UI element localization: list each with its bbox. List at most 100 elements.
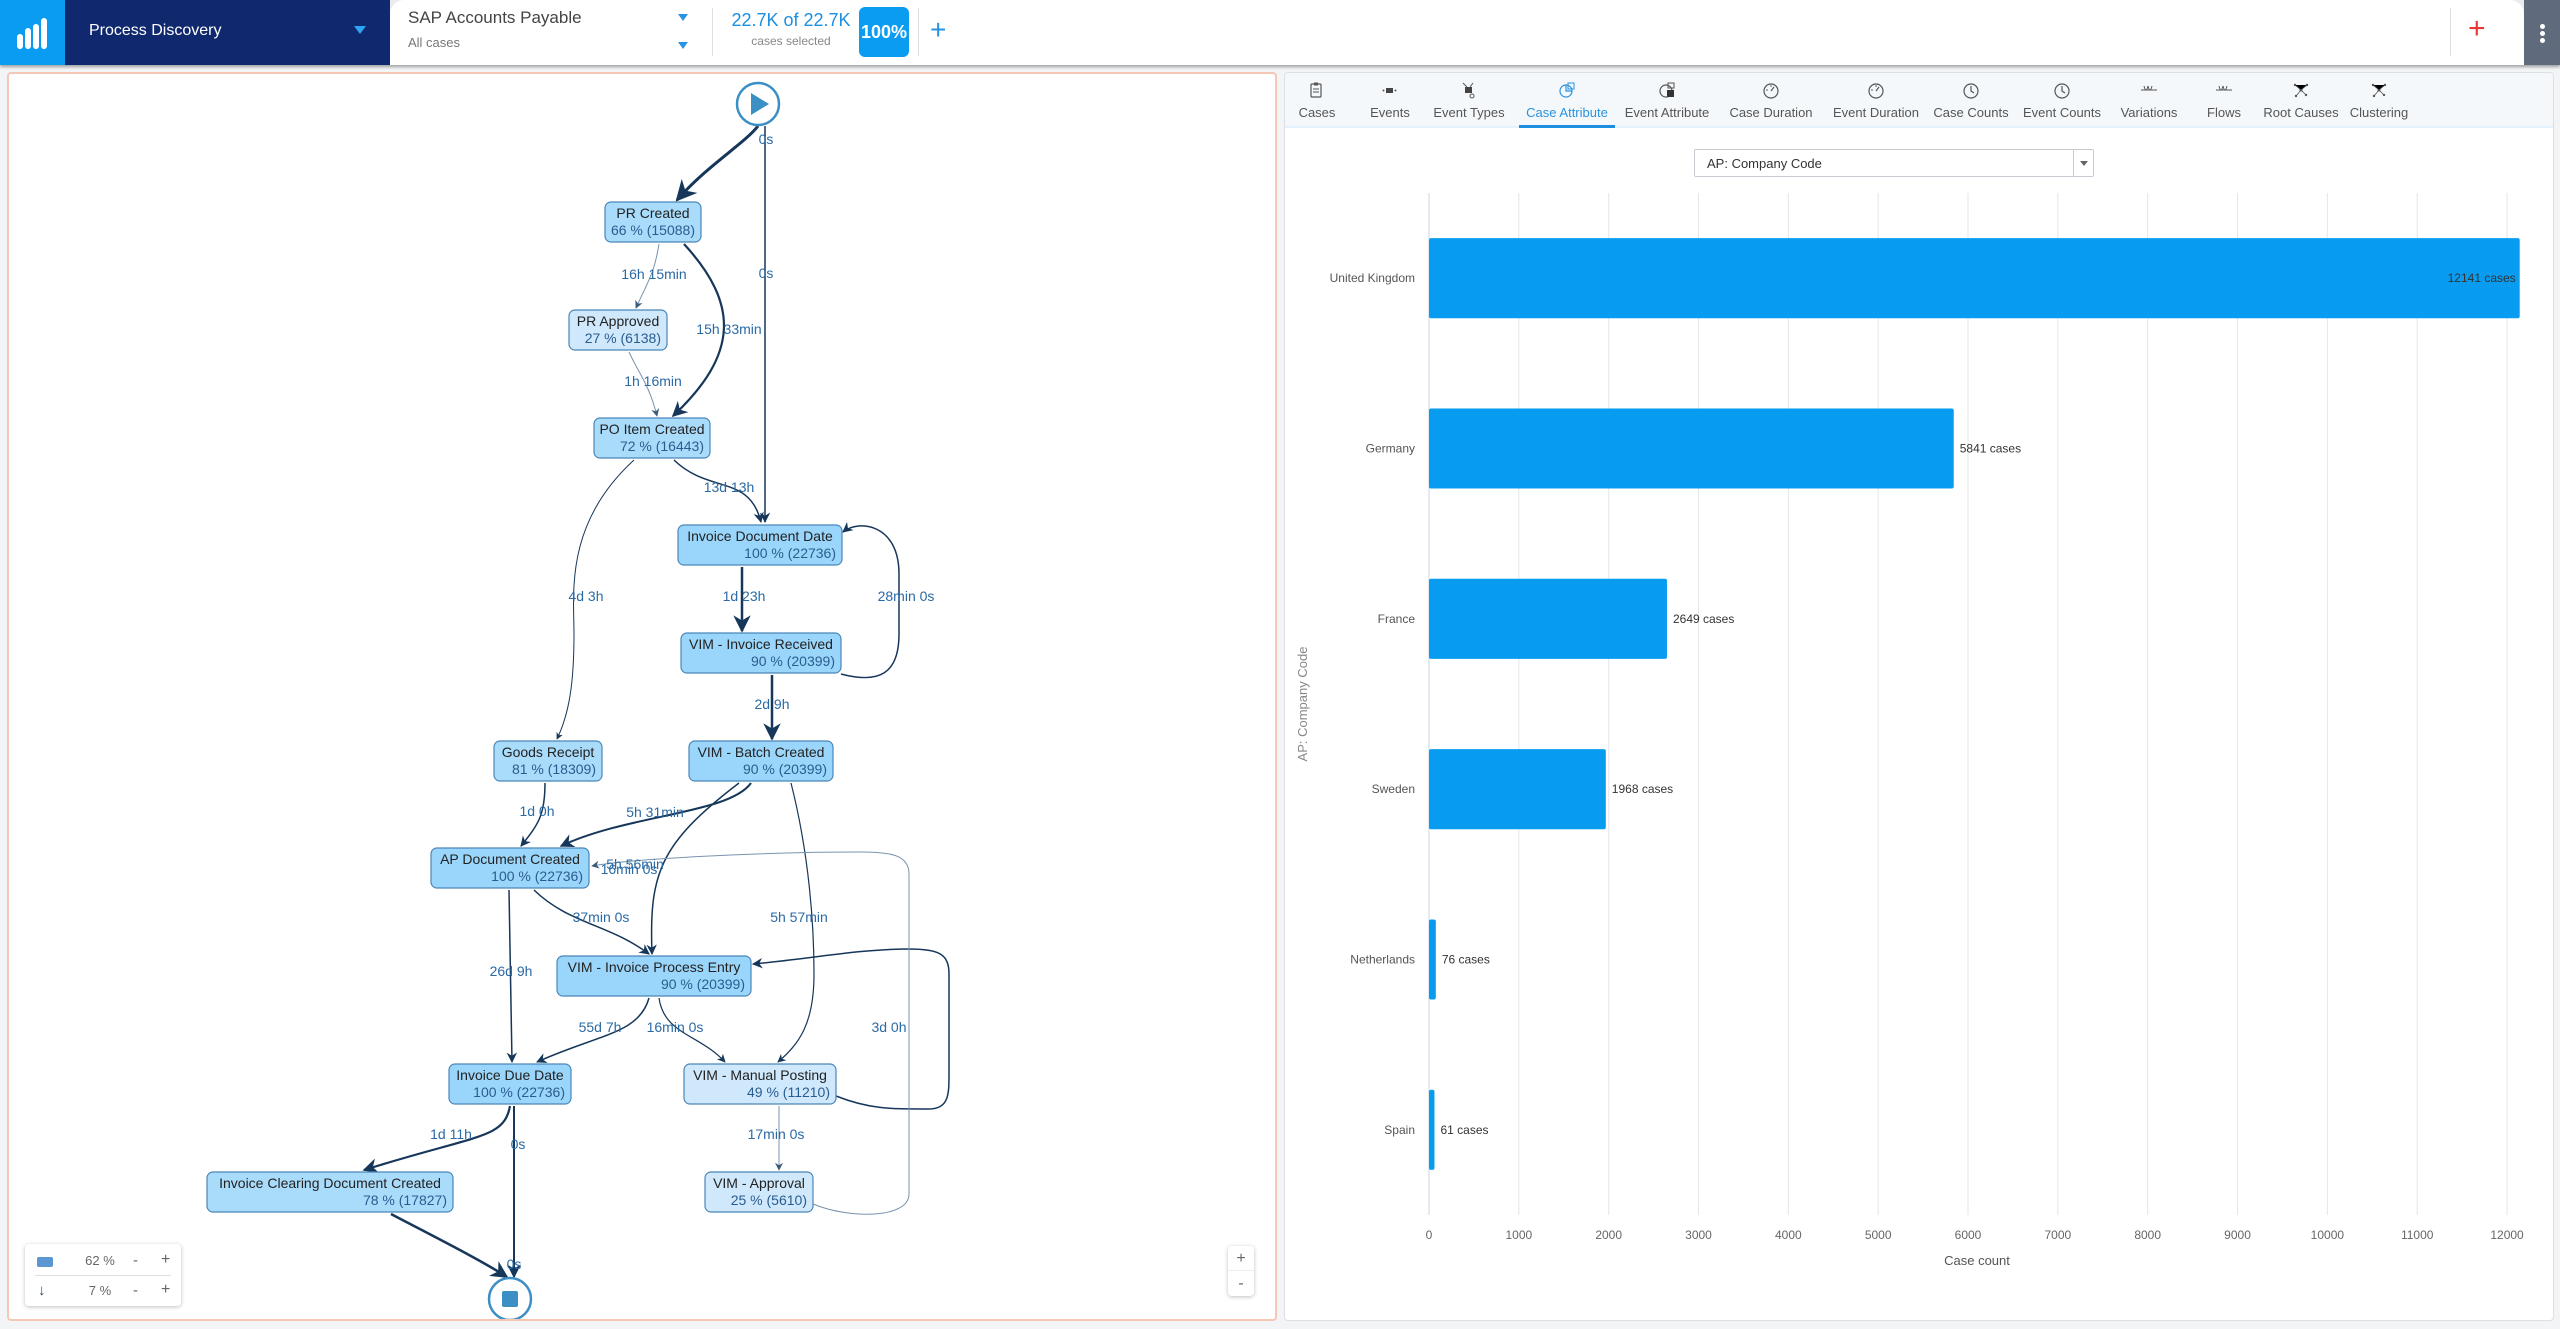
bar[interactable] — [1429, 749, 1606, 830]
edge-duration-label: 0s — [759, 131, 774, 147]
edge-duration-label: 3d 0h — [871, 1019, 906, 1035]
tab-label: Clustering — [2349, 105, 2409, 120]
node-label: VIM - Invoice Process Entry — [568, 959, 741, 975]
node-stat: 100 % (22736) — [473, 1084, 565, 1100]
edge-duration-label: 26d 9h — [490, 963, 533, 979]
tab-event-types[interactable]: Event Types — [1425, 73, 1513, 128]
tab-case-counts[interactable]: Case Counts — [1929, 73, 2013, 128]
start-node[interactable] — [735, 81, 781, 127]
analysis-tabs: Cases Events Event Types Case Attribute Even… — [1285, 73, 2553, 128]
bar[interactable] — [1429, 1089, 1435, 1170]
process-node-vim-batch-created[interactable]: VIM - Batch Created90 % (20399) — [688, 740, 834, 782]
process-node-vim-invoice-process-entry[interactable]: VIM - Invoice Process Entry90 % (20399) — [556, 955, 752, 997]
process-node-ap-document-created[interactable]: AP Document Created100 % (22736) — [430, 847, 590, 889]
zoom-in-button[interactable]: + — [1228, 1246, 1254, 1271]
process-node-vim-approval[interactable]: VIM - Approval25 % (5610) — [704, 1171, 814, 1213]
edge-duration-label: 28min 0s — [878, 588, 935, 604]
tab-label: Event Attribute — [1624, 105, 1710, 120]
node-label: PR Approved — [577, 313, 660, 329]
node-stat: 100 % (22736) — [491, 868, 583, 884]
process-node-pr-approved[interactable]: PR Approved27 % (6138) — [568, 309, 668, 351]
event-dot-icon — [1359, 73, 1421, 101]
add-analysis-button[interactable]: + — [2468, 14, 2486, 44]
tab-root-causes[interactable]: Root Causes — [2260, 73, 2342, 128]
edge-duration-label: 1d 11h — [430, 1126, 472, 1142]
node-stat: 72 % (16443) — [620, 438, 704, 454]
node-label: VIM - Batch Created — [698, 744, 825, 760]
divider — [712, 8, 713, 56]
tab-label: Event Types — [1433, 105, 1505, 120]
node-label: VIM - Invoice Received — [689, 636, 833, 652]
tab-events[interactable]: Events — [1359, 73, 1421, 128]
add-filter-button[interactable]: + — [930, 16, 946, 44]
tab-event-attribute[interactable]: Event Attribute — [1615, 73, 1719, 128]
edge-threshold-decrease[interactable]: - — [133, 1282, 138, 1299]
tab-flows[interactable]: Flows — [2192, 73, 2256, 128]
process-node-pr-created[interactable]: PR Created66 % (15088) — [604, 201, 702, 243]
kebab-dot — [2540, 31, 2545, 36]
node-threshold-row: 62 % - + — [25, 1246, 181, 1276]
zoom-out-button[interactable]: - — [1228, 1271, 1254, 1296]
value-label: 1968 cases — [1612, 782, 1673, 796]
dataset-dropdown-icon[interactable] — [678, 14, 688, 21]
value-label: 5841 cases — [1960, 442, 2021, 456]
process-edge[interactable] — [591, 851, 910, 1215]
bar[interactable] — [1429, 238, 2520, 319]
node-stat: 90 % (20399) — [743, 761, 827, 777]
zoom-controls: + - — [1228, 1246, 1254, 1296]
tab-case-attribute[interactable]: Case Attribute — [1519, 73, 1615, 128]
node-stat: 49 % (11210) — [747, 1084, 830, 1100]
process-node-invoice-clearing-document-created[interactable]: Invoice Clearing Document Created78 % (1… — [206, 1171, 454, 1213]
process-node-goods-receipt[interactable]: Goods Receipt81 % (18309) — [493, 740, 603, 782]
app-logo[interactable] — [0, 0, 65, 65]
tab-label: Case Duration — [1729, 105, 1813, 120]
tab-event-counts[interactable]: Event Counts — [2017, 73, 2107, 128]
process-node-vim-invoice-received[interactable]: VIM - Invoice Received90 % (20399) — [680, 632, 842, 674]
process-edge[interactable] — [390, 1212, 509, 1279]
end-node[interactable] — [487, 1276, 533, 1322]
tab-cases[interactable]: Cases — [1287, 73, 1347, 128]
tab-label: Events — [1370, 105, 1410, 120]
more-menu-button[interactable] — [2524, 0, 2560, 65]
dataset-name[interactable]: SAP Accounts Payable — [408, 8, 698, 28]
edge-duration-label: 1d 0h — [519, 803, 554, 819]
tab-case-duration[interactable]: Case Duration — [1721, 73, 1821, 128]
edge-duration-label: 16min 0s — [647, 1019, 704, 1035]
x-tick-label: 0 — [1426, 1228, 1433, 1242]
filter-name[interactable]: All cases — [408, 35, 698, 50]
value-label: 12141 cases — [2448, 271, 2516, 285]
node-label: Invoice Document Date — [687, 528, 833, 544]
clipboard-icon — [1287, 73, 1347, 101]
edge-duration-label: 55d 7h — [579, 1019, 622, 1035]
bar[interactable] — [1429, 919, 1436, 1000]
category-label: United Kingdom — [1330, 271, 1415, 285]
bar[interactable] — [1429, 408, 1954, 489]
tab-event-duration[interactable]: Event Duration — [1825, 73, 1927, 128]
filter-dropdown-icon[interactable] — [678, 42, 688, 49]
case-selection-summary: 22.7K of 22.7K cases selected — [726, 10, 856, 48]
process-node-vim-manual-posting[interactable]: VIM - Manual Posting49 % (11210) — [683, 1063, 837, 1105]
app-selector[interactable]: Process Discovery — [65, 0, 390, 65]
process-node-po-item-created[interactable]: PO Item Created72 % (16443) — [593, 417, 711, 459]
process-node-invoice-document-date[interactable]: Invoice Document Date100 % (22736) — [677, 524, 843, 566]
node-stat: 78 % (17827) — [363, 1192, 447, 1208]
process-map[interactable]: 0s 0s 16h 15min 15h 33min 1h 16min 13d 13h 4d … — [9, 74, 1275, 1322]
node-threshold-decrease[interactable]: - — [133, 1252, 138, 1269]
x-tick-label: 11000 — [2401, 1228, 2434, 1242]
tab-clustering[interactable]: Clustering — [2342, 73, 2416, 128]
network-icon — [2342, 73, 2416, 101]
bar-chart-logo-icon — [17, 18, 47, 49]
event-types-icon — [1425, 73, 1513, 101]
edge-threshold-increase[interactable]: + — [161, 1281, 170, 1299]
tab-label: Cases — [1298, 105, 1336, 120]
kebab-dot — [2540, 38, 2545, 43]
node-threshold-increase[interactable]: + — [161, 1251, 170, 1269]
category-label: France — [1378, 612, 1416, 626]
process-node-invoice-due-date[interactable]: Invoice Due Date100 % (22736) — [448, 1063, 572, 1105]
bar[interactable] — [1429, 578, 1667, 659]
tab-variations[interactable]: Variations — [2109, 73, 2189, 128]
edge-duration-label: 0s — [759, 265, 774, 281]
process-edge[interactable] — [675, 125, 760, 202]
x-tick-label: 3000 — [1685, 1228, 1712, 1242]
dataset-selector[interactable]: SAP Accounts Payable All cases — [408, 8, 698, 50]
